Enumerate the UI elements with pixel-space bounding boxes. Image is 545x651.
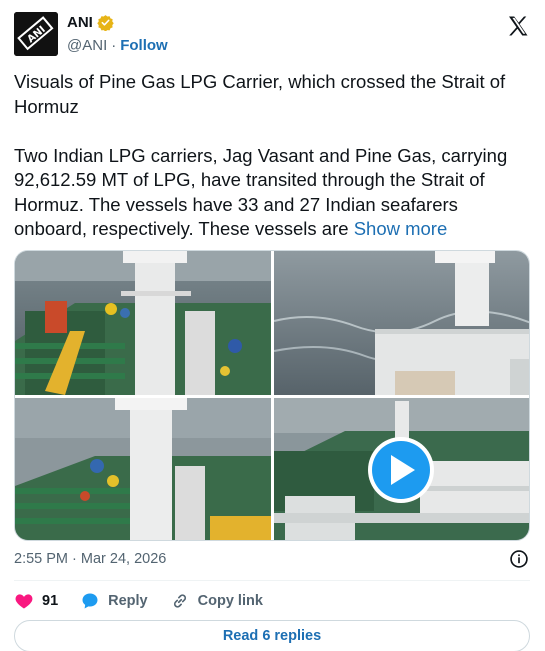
display-name[interactable]: ANI [67,14,93,31]
handle-row: @ANI · Follow [67,37,168,54]
reply-bubble-icon [82,593,98,609]
copy-link-button[interactable]: Copy link [170,591,263,611]
action-bar: 91 Reply Copy link [14,589,285,613]
reply-button[interactable]: Reply [80,591,148,611]
ani-logo-icon: ANI [14,12,58,56]
reply-label: Reply [108,593,148,609]
media-grid[interactable] [14,250,530,541]
name-row: ANI [67,14,114,31]
tweet-text: Visuals of Pine Gas LPG Carrier, which c… [14,70,532,242]
tweet-headline: Visuals of Pine Gas LPG Carrier, which c… [14,71,506,117]
separator-dot: · [111,37,117,54]
media-image-1[interactable] [15,251,271,395]
media-image-2[interactable] [273,251,530,395]
x-logo-icon[interactable] [506,14,530,38]
link-icon [173,594,186,608]
follow-button[interactable]: Follow [120,37,168,54]
media-image-3[interactable] [15,398,271,541]
verified-badge-icon [97,15,114,31]
heart-icon [15,594,33,609]
info-icon[interactable] [509,549,529,569]
tweet-body: Two Indian LPG carriers, Jag Vasant and … [14,144,532,242]
play-button[interactable] [368,437,434,503]
copy-link-label: Copy link [197,593,263,609]
show-more-link[interactable]: Show more [354,218,448,239]
tweet-header: ANI ANI @ANI · Follow [14,12,532,56]
like-button[interactable]: 91 [14,591,58,611]
timestamp[interactable]: 2:55 PM · Mar 24, 2026 [14,551,166,567]
like-count: 91 [42,593,59,609]
handle[interactable]: @ANI [67,37,107,54]
read-replies-button[interactable]: Read 6 replies [14,620,530,651]
divider [14,580,530,581]
avatar[interactable]: ANI [14,12,58,56]
